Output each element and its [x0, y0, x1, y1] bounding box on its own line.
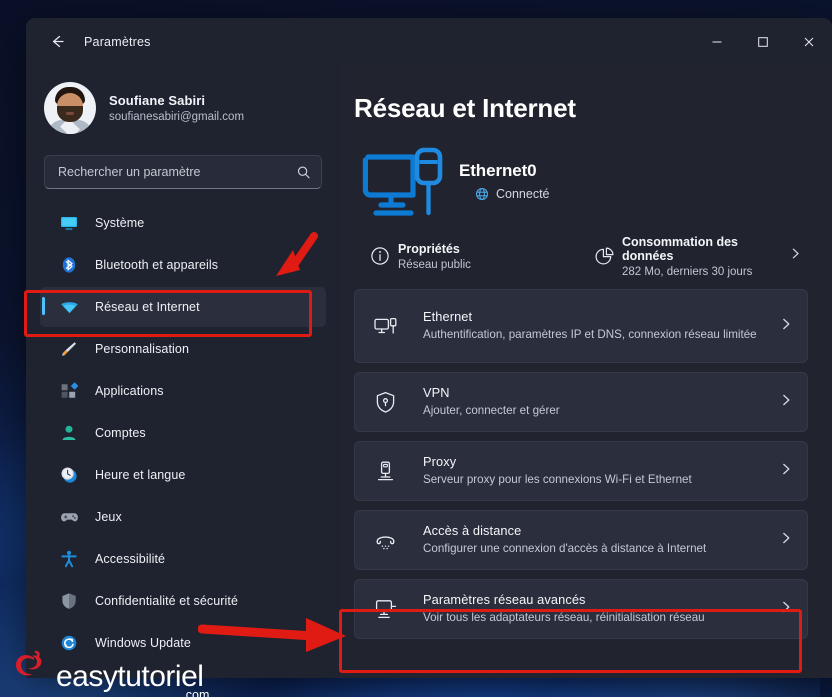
chevron-right-icon	[779, 317, 793, 336]
watermark-suffix: .com	[182, 688, 210, 697]
settings-window: Paramètres Soufiane Sabiri soufianesabir…	[26, 18, 832, 678]
proxy-server-icon	[373, 459, 423, 484]
annotation-arrow-sidebar	[266, 232, 322, 295]
chevron-right-icon	[789, 247, 802, 265]
wifi-icon	[58, 296, 80, 318]
data-usage-title: Consommation des données	[622, 234, 738, 263]
card-title: Accès à distance	[423, 523, 522, 539]
sidebar-item-label: Accessibilité	[95, 552, 166, 566]
main-content: Réseau et Internet Ethernet0 Connecté Pr…	[340, 65, 832, 678]
properties-sub: Réseau public	[398, 258, 471, 271]
sidebar-item-accessibilite[interactable]: Accessibilité	[40, 539, 326, 579]
account-name: Soufiane Sabiri	[109, 93, 206, 108]
card-ethernet[interactable]: Ethernet Authentification, paramètres IP…	[354, 289, 808, 363]
page-title: Réseau et Internet	[354, 93, 576, 123]
search-box[interactable]	[44, 155, 322, 189]
maximize-button[interactable]	[740, 18, 786, 65]
ethernet-port-icon	[373, 314, 423, 339]
chevron-right-icon	[779, 531, 793, 550]
data-usage-sub: 282 Mo, derniers 30 jours	[622, 265, 753, 278]
minimize-icon	[712, 41, 722, 42]
search-input[interactable]	[58, 165, 296, 179]
clock-icon	[58, 464, 80, 486]
sidebar-item-label: Personnalisation	[95, 342, 190, 356]
annotation-arrow-advanced	[197, 614, 350, 661]
back-arrow-icon	[52, 35, 64, 48]
card-subtitle: Serveur proxy pour les connexions Wi-Fi …	[423, 473, 692, 487]
sidebar: Soufiane Sabiri soufianesabiri@gmail.com	[26, 65, 340, 678]
window-controls	[694, 18, 832, 65]
paintbrush-icon	[58, 338, 80, 360]
maximize-icon	[758, 36, 768, 47]
desktop-background: Paramètres Soufiane Sabiri soufianesabir…	[0, 0, 832, 697]
network-name: Ethernet0	[459, 161, 537, 180]
data-usage-link[interactable]: Consommation des données 282 Mo, dernier…	[582, 234, 808, 278]
globe-icon	[475, 187, 489, 201]
card-title: Proxy	[423, 454, 457, 470]
update-refresh-icon	[58, 632, 80, 654]
window-body: Soufiane Sabiri soufianesabiri@gmail.com	[26, 65, 832, 678]
network-status: Connecté	[475, 187, 550, 201]
chevron-right-icon	[779, 393, 793, 412]
card-acces-a-distance[interactable]: Accès à distance Configurer une connexio…	[354, 510, 808, 570]
sidebar-item-label: Applications	[95, 384, 164, 398]
avatar	[44, 82, 96, 134]
sidebar-item-label: Heure et langue	[95, 468, 186, 482]
sidebar-item-heure-et-langue[interactable]: Heure et langue	[40, 455, 326, 495]
card-vpn[interactable]: VPN Ajouter, connecter et gérer	[354, 372, 808, 432]
sidebar-item-jeux[interactable]: Jeux	[40, 497, 326, 537]
quick-links-row: Propriétés Réseau public Consommation de…	[354, 232, 808, 280]
gamepad-icon	[58, 506, 80, 528]
pie-chart-icon	[586, 245, 622, 268]
advanced-network-icon	[373, 597, 423, 622]
person-icon	[58, 422, 80, 444]
monitor-icon	[58, 212, 80, 234]
close-icon	[804, 37, 814, 46]
sidebar-item-label: Jeux	[95, 510, 122, 524]
monitor-ethernet-icon	[354, 145, 459, 223]
properties-title: Propriétés	[398, 241, 460, 256]
card-subtitle: Ajouter, connecter et gérer	[423, 404, 560, 418]
card-title: VPN	[423, 385, 450, 401]
search-icon	[296, 165, 311, 180]
account-block[interactable]: Soufiane Sabiri soufianesabiri@gmail.com	[26, 65, 340, 143]
sidebar-item-label: Confidentialité et sécurité	[95, 594, 239, 608]
sidebar-item-applications[interactable]: Applications	[40, 371, 326, 411]
accessibility-icon	[58, 548, 80, 570]
sidebar-item-label: Windows Update	[95, 636, 191, 650]
sidebar-item-label: Comptes	[95, 426, 146, 440]
sidebar-item-comptes[interactable]: Comptes	[40, 413, 326, 453]
chevron-right-icon	[779, 600, 793, 619]
card-subtitle: Voir tous les adaptateurs réseau, réinit…	[423, 611, 705, 625]
sidebar-item-personnalisation[interactable]: Personnalisation	[40, 329, 326, 369]
card-title: Paramètres réseau avancés	[423, 592, 586, 608]
network-hero: Ethernet0 Connecté	[354, 138, 808, 230]
card-proxy[interactable]: Proxy Serveur proxy pour les connexions …	[354, 441, 808, 501]
sidebar-item-label: Système	[95, 216, 145, 230]
sidebar-item-label: Bluetooth et appareils	[95, 258, 219, 272]
card-subtitle: Authentification, paramètres IP et DNS, …	[423, 328, 757, 342]
card-subtitle: Configurer une connexion d'accès à dista…	[423, 542, 707, 556]
network-status-label: Connecté	[496, 187, 550, 201]
minimize-button[interactable]	[694, 18, 740, 65]
properties-link[interactable]: Propriétés Réseau public	[354, 234, 582, 278]
card-parametres-reseau-avances[interactable]: Paramètres réseau avancés Voir tous les …	[354, 579, 808, 639]
bluetooth-icon	[58, 254, 80, 276]
apps-grid-icon	[58, 380, 80, 402]
chevron-right-icon	[779, 462, 793, 481]
sidebar-item-label: Réseau et Internet	[95, 300, 200, 314]
card-title: Ethernet	[423, 309, 473, 325]
close-button[interactable]	[786, 18, 832, 65]
title-bar: Paramètres	[26, 18, 832, 65]
back-button[interactable]	[40, 26, 74, 58]
window-title: Paramètres	[84, 34, 151, 49]
dialup-modem-icon	[373, 528, 423, 553]
info-circle-icon	[362, 245, 398, 267]
shield-icon	[58, 590, 80, 612]
account-email: soufianesabiri@gmail.com	[109, 111, 245, 123]
vpn-shield-icon	[373, 390, 423, 415]
